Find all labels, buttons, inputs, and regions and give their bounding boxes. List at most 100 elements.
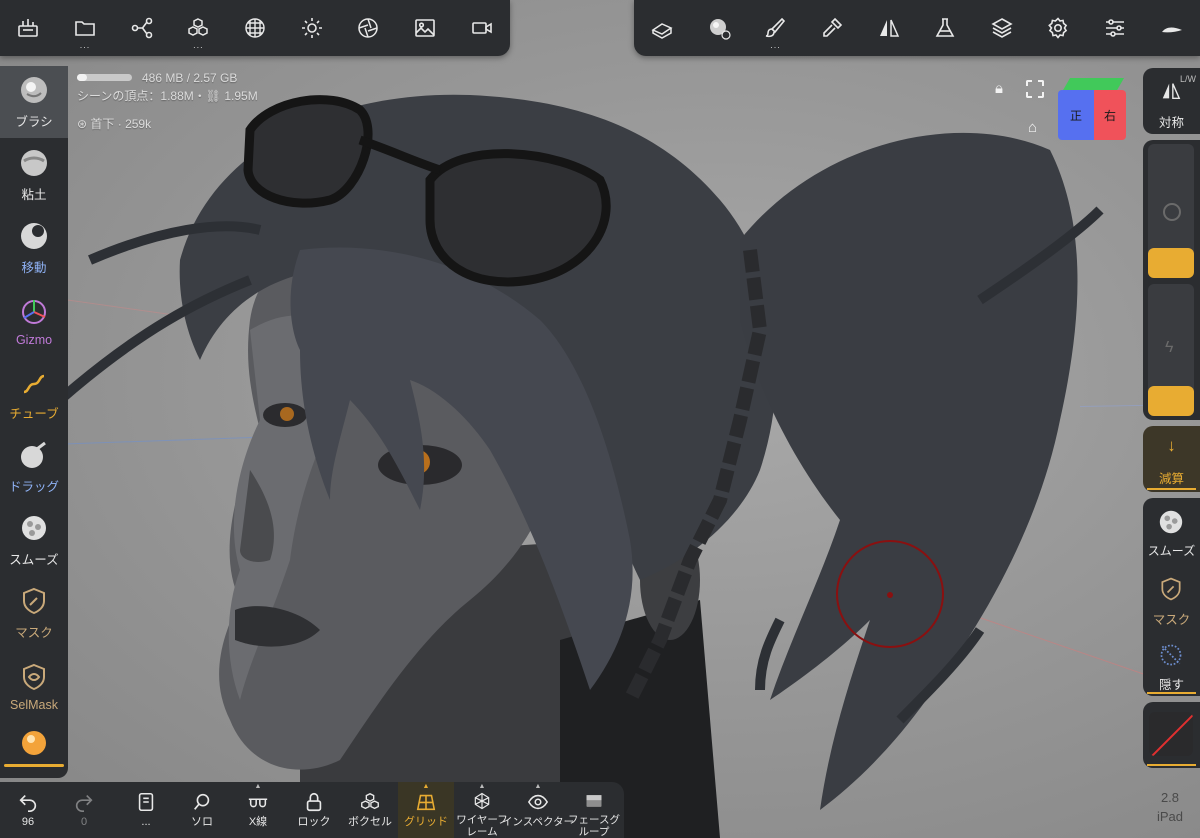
quick-mask[interactable]: マスク <box>1143 572 1200 632</box>
share-graph-icon <box>131 17 152 39</box>
inspector-button[interactable]: ▲ インスペクター <box>502 782 574 838</box>
light-icon <box>301 18 322 38</box>
background-image-button[interactable] <box>397 0 454 56</box>
topology-button[interactable] <box>634 0 691 56</box>
wireframe-button[interactable]: ▲ ワイヤーフレーム <box>454 782 510 838</box>
tool-move-label: 移動 <box>21 261 47 275</box>
paint-button[interactable]: ... <box>747 0 804 56</box>
xray-button[interactable]: ▲ X線 <box>230 782 286 838</box>
xray-label: X線 <box>248 816 268 828</box>
flask-button[interactable] <box>917 0 974 56</box>
voxel-icon <box>361 792 379 810</box>
scene-button[interactable] <box>0 0 57 56</box>
undo-button[interactable]: 96 <box>0 782 56 838</box>
quick-hide[interactable]: 隠す <box>1143 640 1200 694</box>
brush-material-button[interactable] <box>691 0 748 56</box>
paint-more: ... <box>770 40 781 50</box>
bottom-toolbar: 96 0 ... ソロ ▲ X線 ロック ボクセル ▲ グリッド ▲ ワイヤーフ… <box>0 782 624 838</box>
stroke-button[interactable] <box>1143 0 1200 56</box>
solo-button[interactable]: ソロ <box>174 782 230 838</box>
share-graph-button[interactable] <box>113 0 170 56</box>
quick-hide-icon <box>1160 644 1182 666</box>
face-group-button[interactable]: フェースグループ <box>566 782 622 838</box>
view-cube-right-label: 右 <box>1103 108 1116 123</box>
tool-selmask[interactable]: SelMask <box>0 650 68 722</box>
tool-brush[interactable]: ブラシ <box>0 66 68 138</box>
undo-icon <box>19 794 37 812</box>
video-camera-icon <box>471 22 492 34</box>
lock-icon <box>306 792 322 812</box>
primitives-more: ... <box>193 40 204 50</box>
sculpt-model[interactable] <box>0 0 1200 838</box>
inspector-caret-icon: ▲ <box>534 783 542 790</box>
video-camera-button[interactable] <box>453 0 510 56</box>
grid-icon <box>416 794 436 811</box>
redo-button[interactable]: 0 <box>56 782 112 838</box>
selected-object[interactable]: ⊛ 首下 · 259k <box>77 115 151 132</box>
link-icon: ⛓ <box>205 89 221 103</box>
top-right-toolbar: ... <box>634 0 1200 56</box>
tool-drag[interactable]: ドラッグ <box>0 431 68 503</box>
tool-more[interactable] <box>0 718 68 776</box>
gizmo-icon <box>18 296 50 328</box>
tool-move[interactable]: 移動 <box>0 212 68 284</box>
selmask-icon <box>18 661 50 693</box>
primitives-button[interactable]: ... <box>170 0 227 56</box>
light-button[interactable] <box>283 0 340 56</box>
memory-text: 486 MB / 2.57 GB <box>142 71 238 85</box>
color-swatch-panel[interactable] <box>1143 702 1200 768</box>
inspector-label: インスペクター <box>501 816 575 828</box>
lock-button[interactable]: ロック <box>286 782 342 838</box>
3d-viewport[interactable] <box>0 0 1200 838</box>
layers-button[interactable] <box>974 0 1031 56</box>
view-lock-icon[interactable]: 🔒︎ <box>995 80 1003 97</box>
settings-button[interactable] <box>1030 0 1087 56</box>
tool-panel-underline <box>4 764 64 767</box>
tool-gizmo-label: Gizmo <box>15 332 53 347</box>
tool-panel: ブラシ 粘土 移動 Gizmo チューブ ドラッグ スムーズ マスク SelMa… <box>0 66 68 778</box>
redo-count: 0 <box>80 816 88 828</box>
view-cube-front[interactable]: 正 <box>1058 90 1094 140</box>
grid-label: グリッド <box>404 816 448 828</box>
eyedropper-button[interactable] <box>804 0 861 56</box>
view-cube[interactable]: 正 右 <box>1058 78 1128 142</box>
view-cube-right[interactable]: 右 <box>1094 90 1126 140</box>
tool-mask[interactable]: マスク <box>0 577 68 649</box>
quick-smooth[interactable]: スムーズ <box>1143 504 1200 564</box>
voxel-label: ボクセル <box>348 816 392 828</box>
files-button[interactable]: ... <box>57 0 114 56</box>
tool-mask-label: マスク <box>15 626 53 640</box>
vertex-count: シーンの頂点：1.88M・⛓ 1.95M <box>77 87 258 104</box>
eyedropper-icon <box>823 17 843 37</box>
version-number: 2.8 <box>1160 790 1180 805</box>
settings-gear-icon <box>1048 17 1068 39</box>
quick-mask-label: マスク <box>1152 613 1191 627</box>
menu-button[interactable]: ... <box>118 782 174 838</box>
subtract-button[interactable]: ↓ 減算 <box>1143 426 1200 492</box>
tool-tube[interactable]: チューブ <box>0 358 68 430</box>
subtract-label: 減算 <box>1158 472 1184 486</box>
menu-label: ... <box>141 816 151 828</box>
voxel-button[interactable]: ボクセル <box>342 782 398 838</box>
color-swatch[interactable] <box>1149 712 1193 756</box>
lw-label: L/W <box>1179 74 1196 84</box>
tool-smooth[interactable]: スムーズ <box>0 504 68 576</box>
sliders-button[interactable] <box>1087 0 1144 56</box>
camera-aperture-button[interactable] <box>340 0 397 56</box>
mesh-sphere-button[interactable] <box>227 0 284 56</box>
fullscreen-icon[interactable] <box>1026 80 1044 98</box>
home-view-icon[interactable]: ⌂ <box>1028 119 1037 136</box>
grid-button[interactable]: ▲ グリッド <box>398 782 454 838</box>
subtract-underline <box>1147 488 1196 490</box>
tool-clay[interactable]: 粘土 <box>0 139 68 211</box>
symmetry-panel[interactable]: L/W 対称 <box>1143 68 1200 134</box>
quick-smooth-icon <box>1159 510 1183 534</box>
grid-caret-icon: ▲ <box>422 783 430 790</box>
symmetry-button[interactable] <box>860 0 917 56</box>
intensity-fill <box>1148 386 1194 416</box>
brush-cursor-center <box>887 592 893 598</box>
version-info: 2.8 iPad <box>1140 788 1200 826</box>
subtract-arrow-icon: ↓ <box>1167 436 1176 455</box>
color-swatch-underline <box>1147 764 1196 766</box>
tool-gizmo[interactable]: Gizmo <box>0 285 68 357</box>
